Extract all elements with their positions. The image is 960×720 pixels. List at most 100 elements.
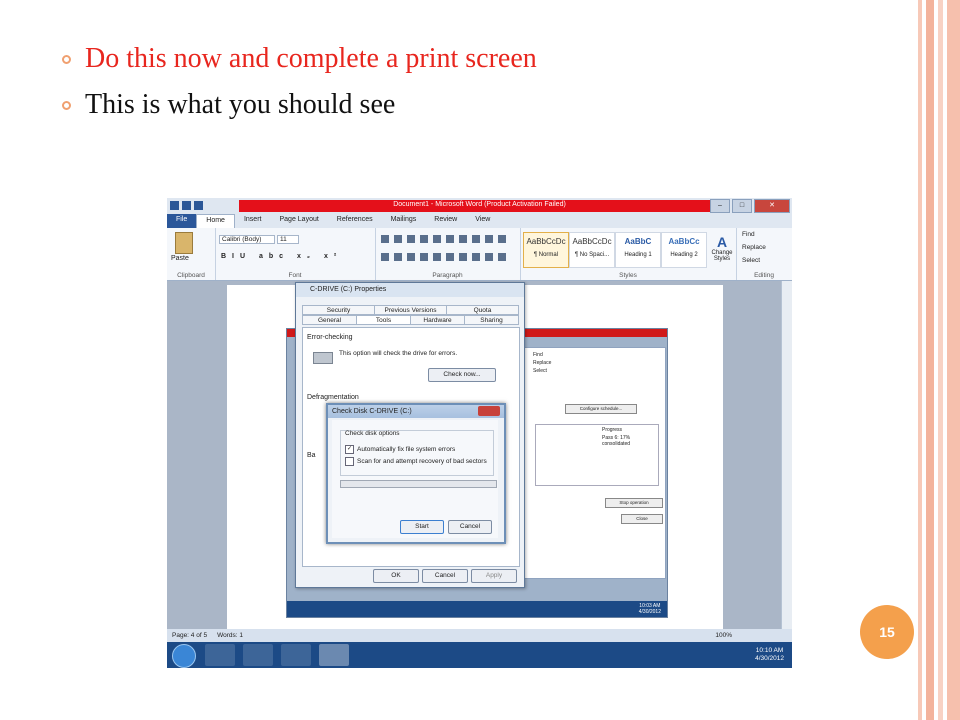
tab-quota[interactable]: Quota bbox=[446, 305, 519, 315]
media-player-icon[interactable] bbox=[281, 644, 311, 666]
maximize-icon[interactable]: □ bbox=[732, 199, 752, 213]
bullet-item-1: Do this now and complete a print screen bbox=[62, 36, 537, 82]
tab-home[interactable]: Home bbox=[196, 214, 235, 229]
inner-select: Select bbox=[533, 368, 547, 374]
bullet-text-2: This is what you should see bbox=[85, 89, 396, 120]
stop-operation-button: Stop operation bbox=[605, 498, 663, 508]
drive-icon bbox=[313, 352, 333, 364]
close-icon[interactable]: ✕ bbox=[754, 199, 790, 213]
styles-group: AaBbCcDc ¶ Normal AaBbCcDc ¶ No Spaci...… bbox=[520, 228, 737, 280]
find-button[interactable]: Find bbox=[742, 231, 755, 238]
backup-heading: Ba bbox=[307, 452, 316, 459]
options-title: Check disk options bbox=[345, 430, 400, 437]
tab-sharing[interactable]: Sharing bbox=[464, 315, 519, 325]
style-preview: AaBbCcDc bbox=[572, 237, 612, 246]
explorer-icon[interactable] bbox=[243, 644, 273, 666]
list-buttons[interactable] bbox=[381, 235, 511, 243]
error-checking-heading: Error-checking bbox=[307, 334, 353, 341]
ie-icon[interactable] bbox=[205, 644, 235, 666]
option-fix-errors[interactable]: ✓ Automatically fix file system errors bbox=[345, 445, 455, 454]
window-title: Document1 - Microsoft Word (Product Acti… bbox=[393, 201, 566, 208]
style-heading-2[interactable]: AaBbCc Heading 2 bbox=[661, 232, 707, 268]
style-preview: AaBbCc bbox=[668, 237, 700, 246]
page-number-badge: 15 bbox=[860, 605, 914, 659]
style-normal[interactable]: AaBbCcDc ¶ Normal bbox=[523, 232, 569, 268]
error-checking-text: This option will check the drive for err… bbox=[339, 350, 458, 357]
defragmentation-heading: Defragmentation bbox=[307, 394, 359, 401]
check-disk-body: Check disk options ✓ Automatically fix f… bbox=[332, 420, 498, 538]
change-styles-label: Change Styles bbox=[711, 250, 733, 262]
tab-references[interactable]: References bbox=[328, 214, 382, 228]
word-status-bar: Page: 4 of 5 Words: 1 100% bbox=[167, 629, 792, 642]
style-name: ¶ Normal bbox=[533, 252, 559, 258]
tab-view[interactable]: View bbox=[466, 214, 499, 228]
status-page[interactable]: Page: 4 of 5 bbox=[172, 632, 207, 639]
style-name: ¶ No Spaci... bbox=[574, 252, 610, 258]
check-disk-close-icon[interactable] bbox=[478, 406, 500, 416]
align-buttons[interactable] bbox=[381, 253, 511, 261]
tab-hardware[interactable]: Hardware bbox=[410, 315, 465, 325]
select-button[interactable]: Select bbox=[742, 257, 760, 264]
paste-icon[interactable] bbox=[175, 232, 193, 254]
styles-label: Styles bbox=[619, 272, 637, 279]
defrag-table: Progress Pass 6: 17% consolidated bbox=[535, 424, 659, 486]
replace-button[interactable]: Replace bbox=[742, 244, 766, 251]
inner-clock-date: 4/30/2012 bbox=[638, 609, 661, 615]
editing-group: Find Replace Select Editing bbox=[736, 228, 792, 280]
checkbox-checked-icon[interactable]: ✓ bbox=[345, 445, 354, 454]
paste-button[interactable]: Paste bbox=[171, 255, 189, 262]
bullet-item-2: This is what you should see bbox=[62, 82, 537, 128]
windows-taskbar: 10:10 AM 4/30/2012 bbox=[167, 642, 792, 668]
paragraph-group: Paragraph bbox=[375, 228, 521, 280]
tab-file[interactable]: File bbox=[167, 214, 197, 228]
word-screenshot: Document1 - Microsoft Word (Product Acti… bbox=[167, 198, 792, 668]
configure-schedule-button: Configure schedule... bbox=[565, 404, 637, 414]
inner-defrag-window: Find Replace Select Configure schedule..… bbox=[524, 347, 666, 579]
style-heading-1[interactable]: AaBbC Heading 1 bbox=[615, 232, 661, 268]
change-styles-icon: A bbox=[716, 234, 728, 250]
option-scan-sectors-label: Scan for and attempt recovery of bad sec… bbox=[357, 458, 487, 465]
word-titlebar: Document1 - Microsoft Word (Product Acti… bbox=[167, 198, 792, 214]
apply-button[interactable]: Apply bbox=[471, 569, 517, 583]
tab-review[interactable]: Review bbox=[425, 214, 466, 228]
system-clock: 10:10 AM 4/30/2012 bbox=[755, 647, 784, 663]
vertical-scrollbar[interactable] bbox=[781, 281, 792, 629]
check-now-button[interactable]: Check now... bbox=[428, 368, 496, 382]
start-button[interactable]: Start bbox=[400, 520, 444, 534]
window-controls: – □ ✕ bbox=[710, 199, 790, 213]
zoom-level[interactable]: 100% bbox=[715, 632, 732, 639]
bullet-text-1: Do this now and complete a print screen bbox=[85, 43, 537, 74]
option-scan-sectors[interactable]: Scan for and attempt recovery of bad sec… bbox=[345, 457, 487, 466]
clock-time: 10:10 AM bbox=[755, 647, 784, 654]
style-name: Heading 1 bbox=[624, 252, 652, 258]
style-preview: AaBbC bbox=[624, 237, 652, 246]
check-disk-cancel-button[interactable]: Cancel bbox=[448, 520, 492, 534]
cancel-button[interactable]: Cancel bbox=[422, 569, 468, 583]
status-words[interactable]: Words: 1 bbox=[217, 632, 243, 639]
tab-page-layout[interactable]: Page Layout bbox=[270, 214, 327, 228]
check-disk-titlebar: Check Disk C-DRIVE (C:) bbox=[328, 405, 504, 418]
checkbox-icon[interactable] bbox=[345, 457, 354, 466]
clipboard-group: Paste Clipboard bbox=[167, 228, 216, 280]
tab-tools[interactable]: Tools bbox=[356, 315, 411, 325]
option-fix-errors-label: Automatically fix file system errors bbox=[357, 446, 456, 453]
format-buttons[interactable]: BIU abc x₂ x² bbox=[221, 253, 342, 260]
tab-previous-versions[interactable]: Previous Versions bbox=[374, 305, 447, 315]
check-disk-progress bbox=[340, 480, 497, 488]
tab-insert[interactable]: Insert bbox=[235, 214, 271, 228]
windows-start-icon[interactable] bbox=[172, 644, 196, 668]
font-name-select[interactable]: Calibri (Body) bbox=[219, 235, 275, 244]
style-no-spacing[interactable]: AaBbCcDc ¶ No Spaci... bbox=[569, 232, 615, 268]
ok-button[interactable]: OK bbox=[373, 569, 419, 583]
font-size-select[interactable]: 11 bbox=[277, 235, 299, 244]
change-styles-button[interactable]: A Change Styles bbox=[710, 234, 734, 262]
tab-security[interactable]: Security bbox=[302, 305, 375, 315]
inner-close-button: Close bbox=[621, 514, 663, 524]
tab-general[interactable]: General bbox=[302, 315, 357, 325]
inner-find: Find bbox=[533, 352, 543, 358]
minimize-icon[interactable]: – bbox=[710, 199, 730, 213]
tab-mailings[interactable]: Mailings bbox=[382, 214, 426, 228]
clock-date: 4/30/2012 bbox=[755, 655, 784, 662]
stripe-4 bbox=[947, 0, 960, 720]
word-taskbar-icon[interactable] bbox=[319, 644, 349, 666]
